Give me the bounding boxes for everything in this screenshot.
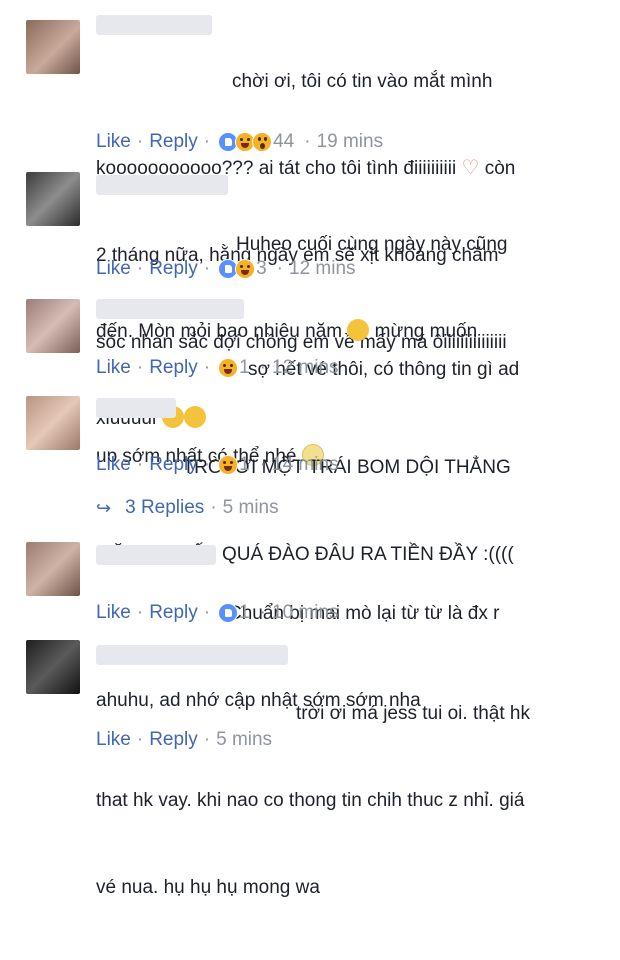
reaction-count: 1: [239, 454, 250, 475]
separator: ·: [276, 258, 283, 279]
timestamp[interactable]: 12 mins: [289, 256, 356, 282]
separator: ·: [136, 357, 144, 378]
separator: ·: [259, 454, 266, 475]
comment-line: vé nua. hụ hụ hụ mong wa: [96, 877, 320, 898]
haha-reaction-icon: [235, 259, 256, 279]
separator: ·: [203, 454, 211, 475]
comment-actions: Like · Reply · 1 · 12 mins: [96, 355, 339, 381]
reply-button[interactable]: Reply: [149, 452, 198, 478]
timestamp[interactable]: 5 mins: [216, 727, 272, 753]
comment-line: chời ơi, tôi có tin vào mắt mình: [232, 71, 493, 92]
comment-actions: Like · Reply · 5 mins: [96, 727, 272, 753]
reply-button[interactable]: Reply: [149, 129, 198, 155]
replies-link[interactable]: 3 Replies: [125, 495, 204, 521]
separator: ·: [203, 602, 211, 623]
reactions-summary[interactable]: 3: [218, 256, 267, 282]
separator: ·: [203, 258, 211, 279]
like-button[interactable]: Like: [96, 452, 131, 478]
avatar[interactable]: [26, 20, 80, 74]
reaction-count: 1: [239, 357, 250, 378]
haha-reaction-icon: [218, 358, 239, 378]
comment-thread: chời ơi, tôi có tin vào mắt mình koooooo…: [0, 0, 620, 898]
reactions-summary[interactable]: 1: [218, 355, 250, 381]
avatar[interactable]: [26, 172, 80, 226]
haha-reaction-icon: [218, 455, 239, 475]
avatar[interactable]: [26, 299, 80, 353]
comment-actions: Like · Reply · 3 · 12 mins: [96, 256, 356, 282]
reply-button[interactable]: Reply: [149, 355, 198, 381]
comment-line: trời ơi má jess tui oi. thật hk: [296, 703, 530, 724]
separator: ·: [136, 454, 144, 475]
separator: ·: [136, 602, 144, 623]
timestamp[interactable]: 14 mins: [272, 452, 339, 478]
timestamp[interactable]: 19 mins: [317, 129, 384, 155]
wow-reaction-icon: [252, 132, 273, 152]
comment-text: trời ơi má jess tui oi. thật hk that hk …: [96, 641, 602, 960]
separator: ·: [136, 258, 144, 279]
separator: ·: [210, 497, 217, 518]
separator: ·: [304, 131, 311, 152]
separator: ·: [259, 357, 266, 378]
like-button[interactable]: Like: [96, 129, 131, 155]
timestamp[interactable]: 10 mins: [272, 600, 339, 626]
comment-line: that hk vay. khi nao co thong tin chih t…: [96, 790, 525, 811]
comment-actions: Like · Reply · 1 · 10 mins: [96, 600, 339, 626]
timestamp: 5 mins: [222, 497, 279, 518]
view-replies[interactable]: ↪ 3 Replies · 5 mins: [96, 495, 279, 521]
separator: ·: [136, 729, 144, 750]
separator: ·: [203, 357, 211, 378]
avatar[interactable]: [26, 640, 80, 694]
comment-actions: Like · Reply · 44 · 19 mins: [96, 129, 383, 155]
reactions-summary[interactable]: 1: [218, 600, 250, 626]
timestamp[interactable]: 12 mins: [272, 355, 339, 381]
like-button[interactable]: Like: [96, 727, 131, 753]
reply-button[interactable]: Reply: [149, 256, 198, 282]
reply-button[interactable]: Reply: [149, 600, 198, 626]
reaction-count: 44: [273, 131, 295, 152]
separator: ·: [203, 131, 211, 152]
separator: ·: [136, 131, 144, 152]
like-button[interactable]: Like: [96, 256, 131, 282]
separator: ·: [259, 602, 266, 623]
like-button[interactable]: Like: [96, 600, 131, 626]
like-reaction-icon: [218, 603, 239, 623]
reaction-count: 1: [239, 602, 250, 623]
like-button[interactable]: Like: [96, 355, 131, 381]
comment-actions: Like · Reply · 1 · 14 mins: [96, 452, 339, 478]
reply-button[interactable]: Reply: [149, 727, 198, 753]
comment-line: Huheo cuối cùng ngày này cũng: [236, 234, 508, 255]
reactions-summary[interactable]: 1: [218, 452, 250, 478]
reactions-summary[interactable]: 44: [218, 129, 294, 155]
avatar[interactable]: [26, 542, 80, 596]
avatar[interactable]: [26, 396, 80, 450]
separator: ·: [203, 729, 211, 750]
reaction-count: 3: [256, 258, 267, 279]
reply-arrow-icon: ↪: [96, 498, 112, 518]
